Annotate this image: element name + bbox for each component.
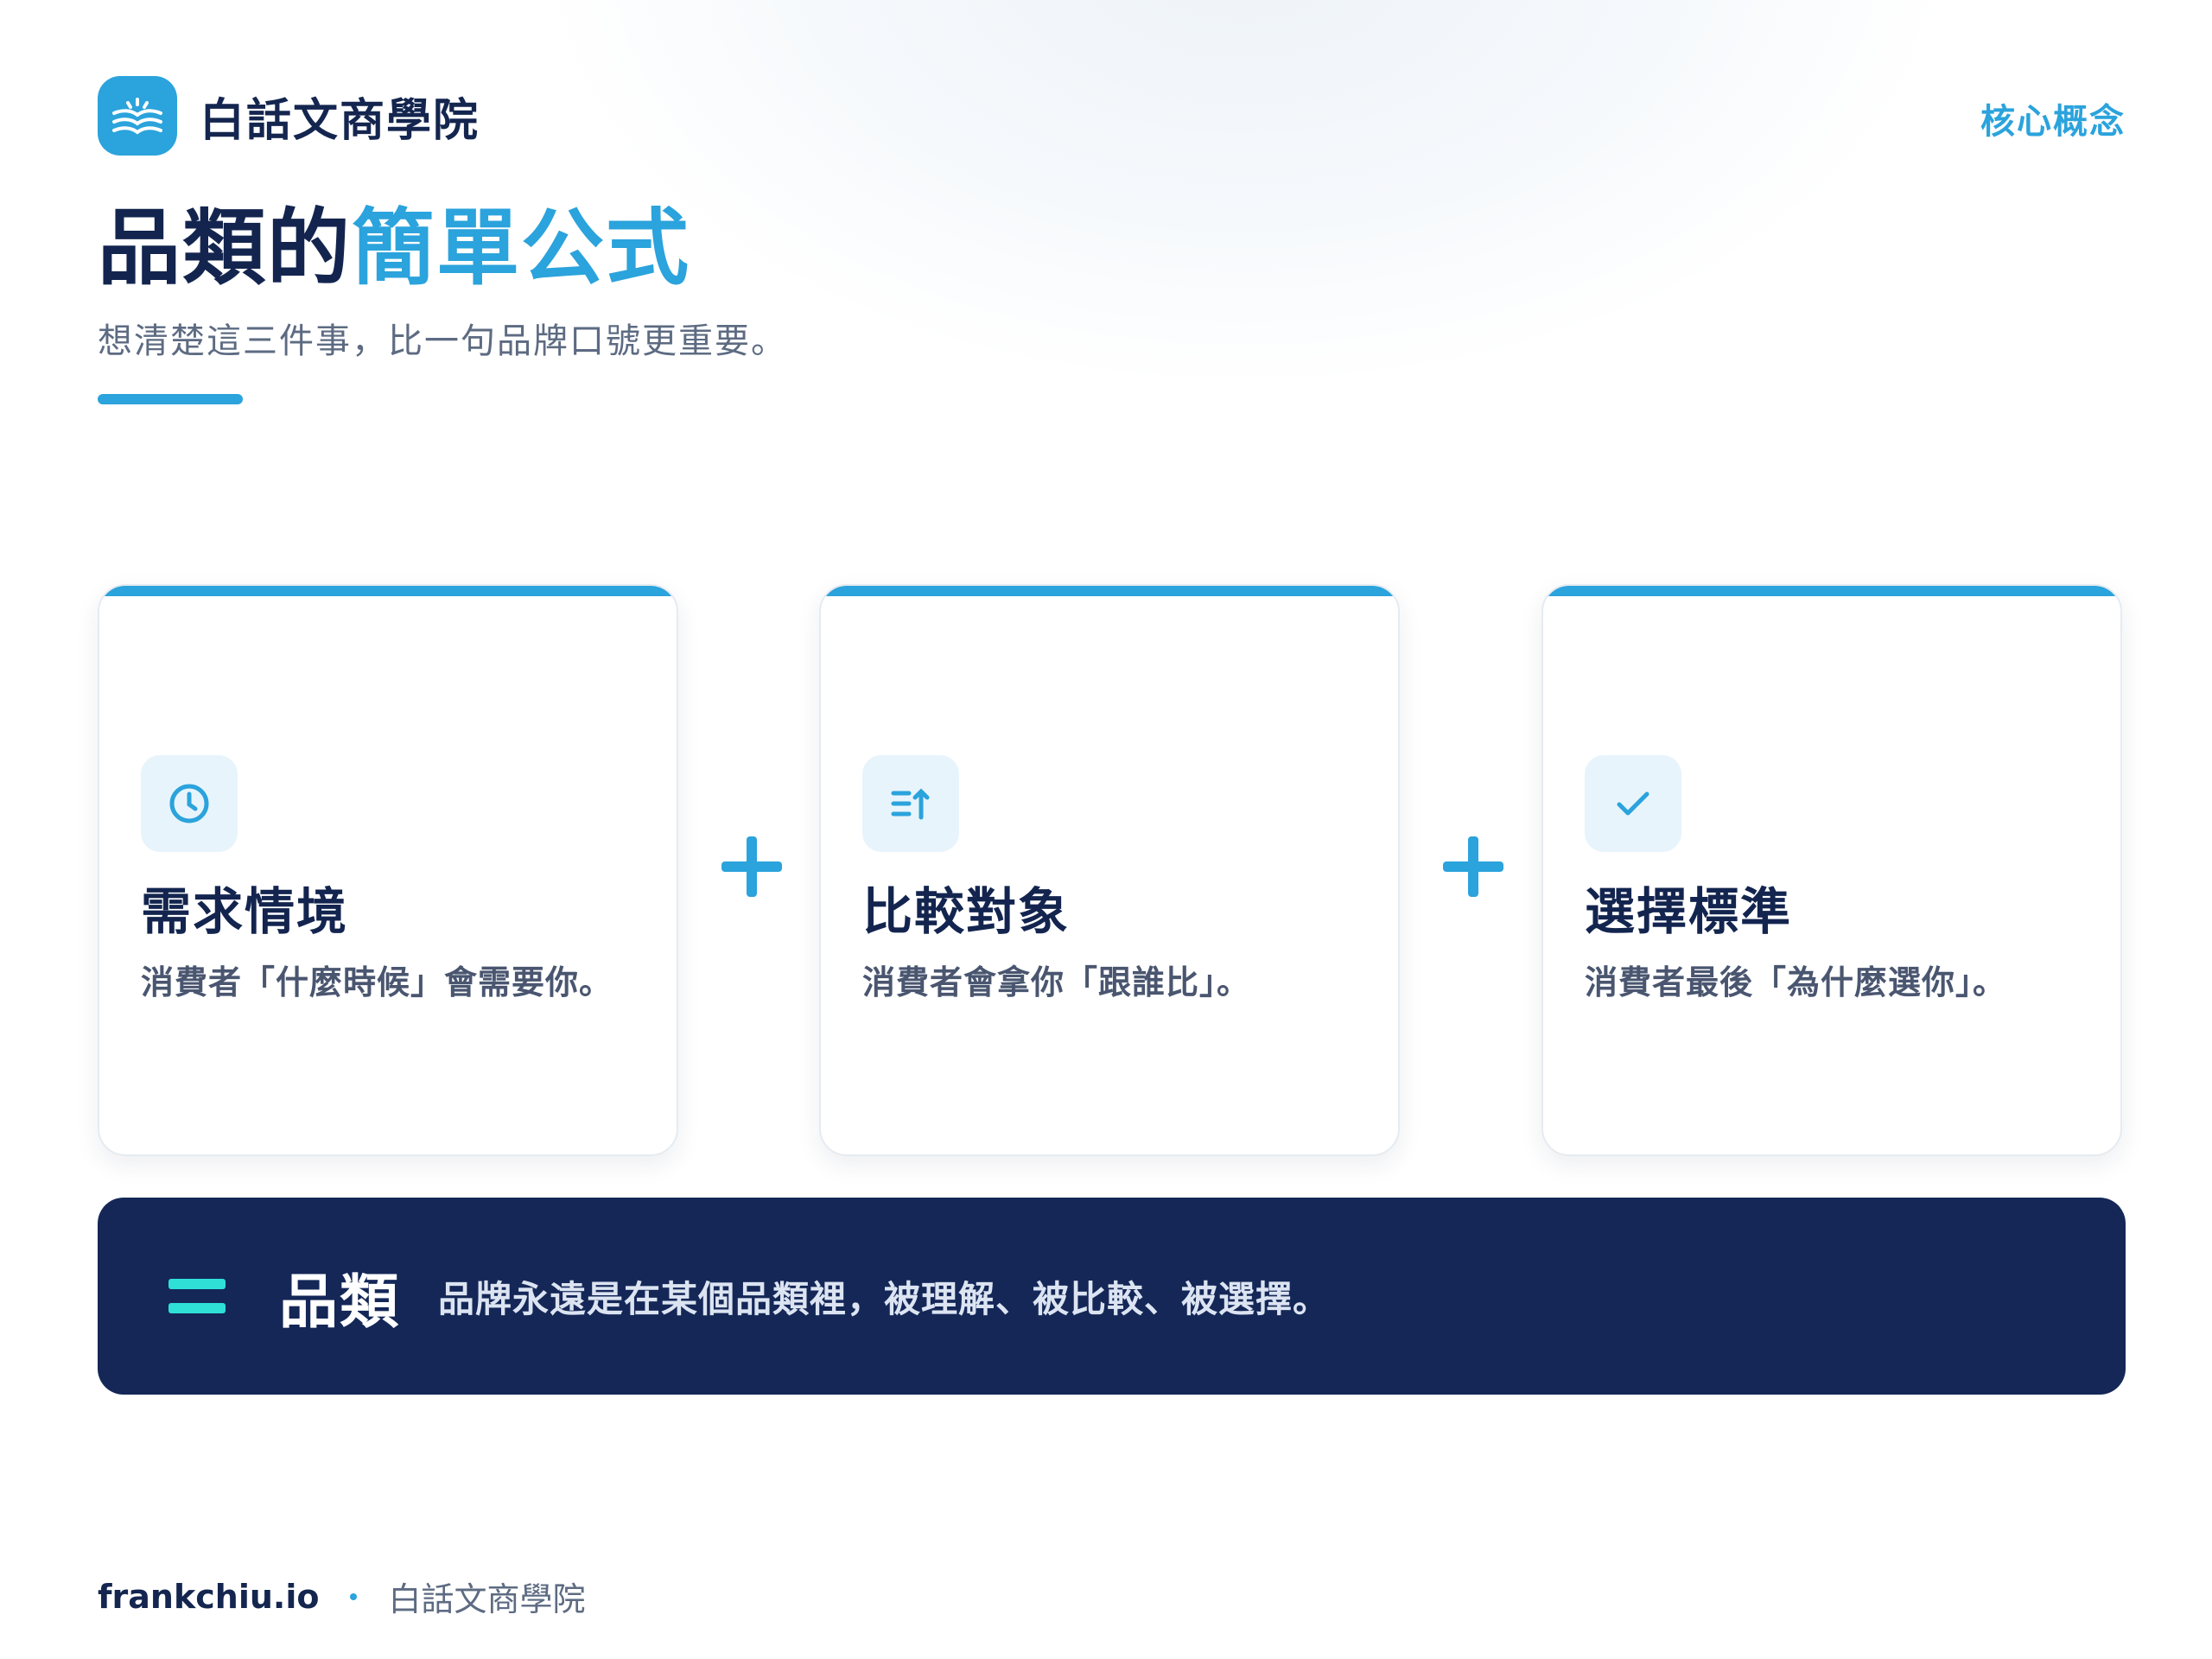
footer: frankchiu.io 白話文商學院 [98,1573,585,1620]
footer-separator-dot [350,1592,358,1600]
result-title: 品類 [279,1268,401,1337]
brand-name: 白話文商學院 [200,94,480,147]
footer-brand: 白話文商學院 [388,1580,586,1618]
book-logo-icon [98,76,177,156]
plus-icon [721,836,782,897]
footer-site: frankchiu.io [98,1577,320,1616]
check-icon [1585,755,1681,852]
accent-divider [98,394,243,404]
card-description: 消費者會拿你「跟誰比」。 [862,963,1251,1001]
card-selection-criteria: 選擇標準 消費者最後「為什麼選你」。 [1541,584,2122,1156]
card-comparison-target: 比較對象 消費者會拿你「跟誰比」。 [819,584,1400,1156]
result-text: 品牌永遠是在某個品類裡，被理解、被比較、被選擇。 [438,1277,1331,1320]
page-title-part2: 簡單公式 [352,200,690,296]
clock-icon [141,755,238,852]
card-description: 消費者「什麼時候」會需要你。 [141,963,613,1001]
card-title: 需求情境 [141,882,349,941]
equals-icon [168,1279,226,1313]
page-title-part1: 品類的 [98,200,352,296]
card-demand-context: 需求情境 消費者「什麼時候」會需要你。 [98,584,678,1156]
sort-arrows-icon [862,755,959,852]
brand: 白話文商學院 [98,76,480,156]
card-description: 消費者最後「為什麼選你」。 [1585,963,2007,1001]
topic-tag: 核心概念 [1980,102,2126,142]
plus-icon [1443,836,1503,897]
page-title: 品類的簡單公式 [98,200,690,296]
page-subtitle: 想清楚這三件事，比一句品牌口號更重要。 [98,321,787,361]
card-title: 比較對象 [862,882,1071,941]
card-title: 選擇標準 [1585,882,1793,941]
result-banner: 品類 品牌永遠是在某個品類裡，被理解、被比較、被選擇。 [98,1198,2126,1395]
